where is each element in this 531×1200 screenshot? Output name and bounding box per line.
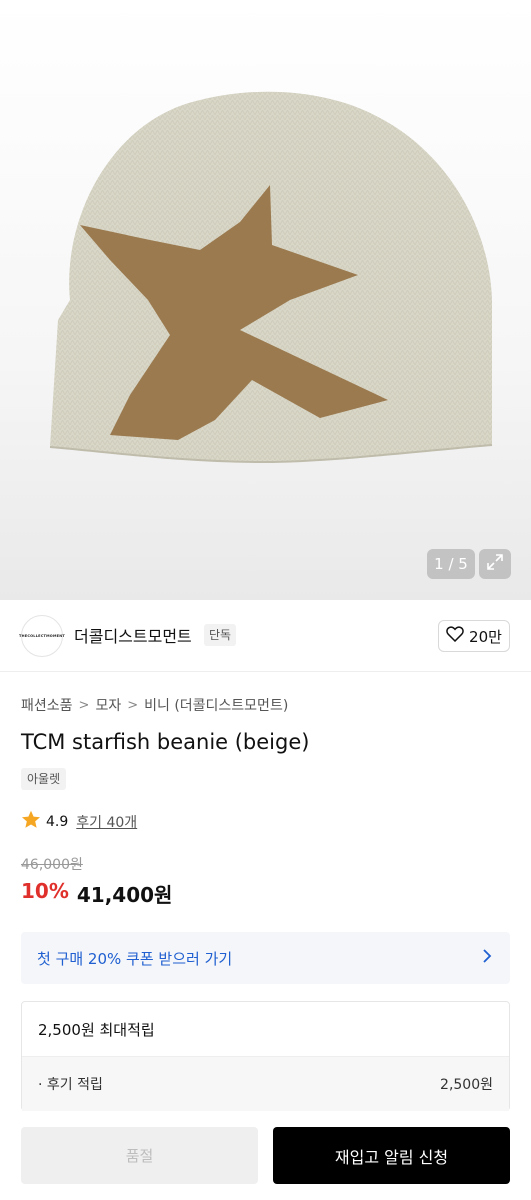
rating: 4.9 후기 40개	[21, 810, 137, 833]
review-link[interactable]: 후기 40개	[76, 812, 137, 832]
exclusive-badge: 단독	[204, 624, 237, 646]
expand-button[interactable]	[479, 549, 511, 579]
image-counter: 1 / 5	[427, 549, 475, 579]
restock-alert-button[interactable]: 재입고 알림 신청	[273, 1127, 510, 1184]
star-icon	[21, 810, 41, 833]
points-header: 2,500원 최대적립	[22, 1002, 509, 1057]
chevron-right-icon: >	[78, 697, 90, 713]
outlet-tag: 아울렛	[21, 768, 67, 790]
like-count: 20만	[469, 627, 502, 646]
rating-value: 4.9	[46, 813, 69, 830]
product-image-gallery[interactable]: 1 / 5	[0, 0, 531, 600]
points-row-label: · 후기 적립	[38, 1077, 103, 1093]
brand-logo-text: THECOLLECTMOMENT	[19, 634, 65, 638]
heart-icon	[446, 626, 464, 646]
points-box: 2,500원 최대적립 · 후기 적립 2,500원	[21, 1001, 510, 1111]
points-row: · 후기 적립 2,500원	[22, 1057, 509, 1111]
soldout-button[interactable]: 품절	[21, 1127, 258, 1184]
price-row: 10% 41,400원	[21, 879, 172, 908]
breadcrumb-item[interactable]: 비니 (더콜디스트모먼트)	[144, 695, 288, 715]
breadcrumb: 패션소품 > 모자 > 비니 (더콜디스트모먼트)	[21, 695, 288, 715]
expand-icon	[486, 553, 504, 575]
breadcrumb-item[interactable]: 패션소품	[21, 695, 73, 715]
brand-logo[interactable]: THECOLLECTMOMENT	[19, 615, 65, 657]
product-image	[49, 91, 493, 464]
discount-rate: 10%	[21, 879, 69, 903]
coupon-label: 첫 구매 20% 쿠폰 받으러 가기	[37, 949, 233, 968]
chevron-right-icon	[482, 948, 492, 968]
chevron-right-icon: >	[127, 697, 139, 713]
product-title: TCM starfish beanie (beige)	[21, 730, 310, 754]
original-price: 46,000원	[21, 857, 83, 873]
brand-row: THECOLLECTMOMENT 더콜디스트모먼트 단독 20만	[0, 600, 531, 672]
coupon-banner[interactable]: 첫 구매 20% 쿠폰 받으러 가기	[21, 932, 510, 984]
breadcrumb-item[interactable]: 모자	[95, 695, 121, 715]
like-button[interactable]: 20만	[438, 620, 510, 652]
sale-price: 41,400원	[76, 883, 173, 907]
brand-name[interactable]: 더콜디스트모먼트	[74, 623, 192, 647]
points-row-value: 2,500원	[440, 1077, 493, 1093]
